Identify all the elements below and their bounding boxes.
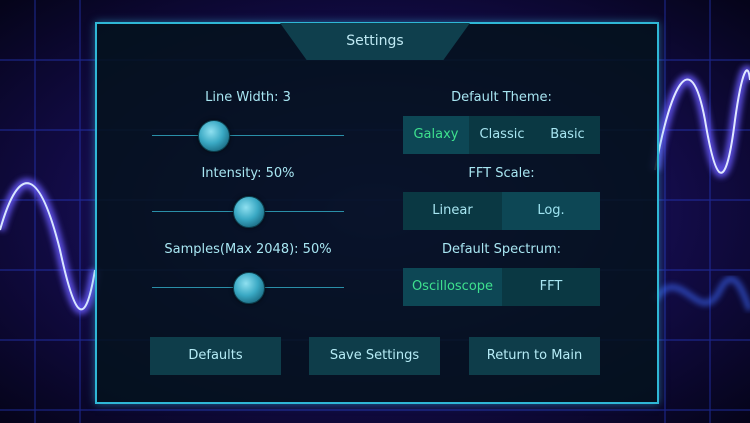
save-settings-button[interactable]: Save Settings <box>309 337 440 375</box>
theme-option-galaxy[interactable]: Galaxy <box>403 116 469 154</box>
spectrum-option-fft[interactable]: FFT <box>502 268 600 306</box>
fft-scale-option-log[interactable]: Log. <box>502 192 600 230</box>
line-width-slider-track[interactable] <box>152 135 344 136</box>
default-theme-label: Default Theme: <box>451 90 552 105</box>
intensity-slider-knob[interactable] <box>233 196 265 228</box>
line-width-label: Line Width: 3 <box>205 90 291 105</box>
theme-option-classic[interactable]: Classic <box>469 116 535 154</box>
intensity-label: Intensity: 50% <box>201 166 295 181</box>
theme-option-basic[interactable]: Basic <box>535 116 600 154</box>
fft-scale-label: FFT Scale: <box>468 166 535 181</box>
default-spectrum-label: Default Spectrum: <box>441 242 561 257</box>
spectrum-option-oscilloscope[interactable]: Oscilloscope <box>403 268 502 306</box>
samples-label: Samples(Max 2048): 50% <box>164 242 332 257</box>
fft-scale-option-linear[interactable]: Linear <box>403 192 502 230</box>
defaults-button[interactable]: Defaults <box>150 337 281 375</box>
page-title: Settings <box>346 33 404 49</box>
return-to-main-button[interactable]: Return to Main <box>469 337 600 375</box>
samples-slider-knob[interactable] <box>233 272 265 304</box>
